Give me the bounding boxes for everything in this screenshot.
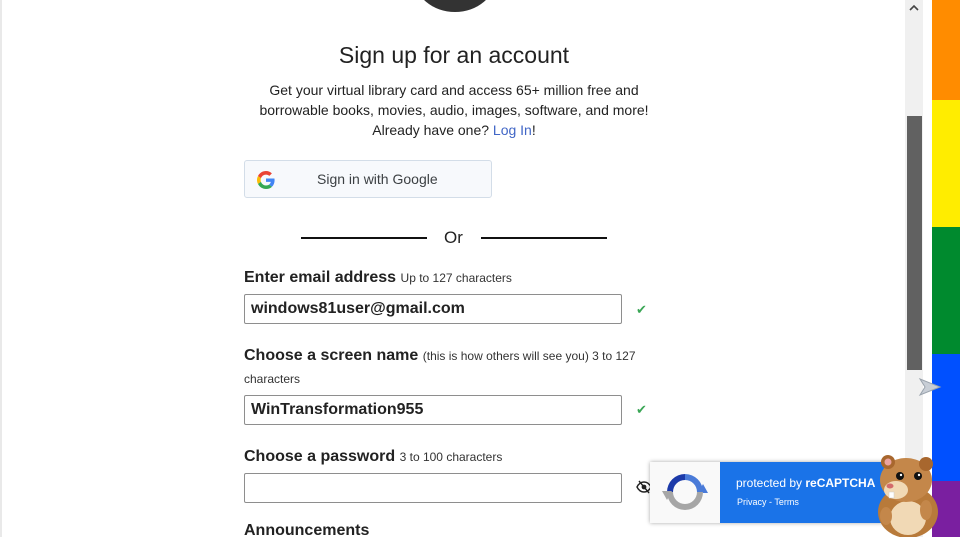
recaptcha-logo-icon: [662, 474, 708, 510]
window-left-edge: [0, 0, 2, 537]
rainbow-stripe-orange: [932, 0, 960, 100]
password-hint: 3 to 100 characters: [399, 450, 503, 464]
screen-name-label-text: Choose a screen name: [244, 347, 419, 364]
already-have-account: Already have one? Log In!: [244, 120, 664, 140]
rainbow-stripe-green: [932, 227, 960, 354]
recaptcha-badge[interactable]: protected by reCAPTCHA Privacy - Terms: [650, 462, 890, 523]
intro-line-2: borrowable books, movies, audio, images,…: [259, 102, 649, 118]
email-label: Enter email address Up to 127 characters: [244, 267, 512, 289]
screen-name-field[interactable]: [244, 395, 622, 425]
sidebar-collapse-arrow-icon[interactable]: [918, 376, 942, 398]
divider-left: [301, 237, 427, 239]
page-title: Sign up for an account: [338, 42, 570, 68]
divider-text: Or: [444, 228, 463, 247]
password-label-text: Choose a password: [244, 448, 396, 465]
recaptcha-links: Privacy - Terms: [737, 497, 799, 507]
divider-right: [481, 237, 607, 239]
google-button-label: Sign in with Google: [317, 171, 438, 187]
screen-name-label: Choose a screen name (this is how others…: [244, 345, 636, 367]
screen-name-hint: (this is how others will see you) 3 to 1…: [422, 349, 636, 363]
email-hint: Up to 127 characters: [400, 271, 512, 285]
email-field[interactable]: [244, 294, 622, 324]
recaptcha-terms-link[interactable]: Terms: [774, 497, 799, 507]
announcements-label: Announcements: [244, 522, 370, 539]
recaptcha-logo-box: [650, 462, 720, 523]
scrollbar-thumb[interactable]: [907, 116, 922, 370]
scroll-up-arrow-icon[interactable]: [905, 0, 923, 16]
email-label-text: Enter email address: [244, 269, 397, 286]
rainbow-stripe-yellow: [932, 100, 960, 227]
login-link[interactable]: Log In: [493, 122, 532, 138]
screen-name-hint-cont: characters: [244, 372, 301, 386]
recaptcha-privacy-link[interactable]: Privacy: [737, 497, 767, 507]
password-label: Choose a password 3 to 100 characters: [244, 446, 502, 468]
login-suffix: !: [531, 122, 536, 138]
already-text: Already have one?: [372, 122, 493, 138]
google-g-icon: [257, 171, 275, 189]
password-field[interactable]: [244, 473, 622, 503]
recaptcha-protected-by: protected by: [736, 476, 806, 490]
intro-text: Get your virtual library card and access…: [244, 80, 664, 140]
intro-line-1: Get your virtual library card and access…: [269, 82, 639, 98]
screen-name-valid-check-icon: ✔: [636, 402, 647, 417]
email-valid-check-icon: ✔: [636, 302, 647, 317]
site-logo: [414, 0, 496, 12]
hamster-mascot-icon: [878, 455, 938, 537]
sign-in-with-google-button[interactable]: Sign in with Google: [244, 160, 492, 198]
recaptcha-protected-text: protected by reCAPTCHA: [736, 476, 875, 490]
